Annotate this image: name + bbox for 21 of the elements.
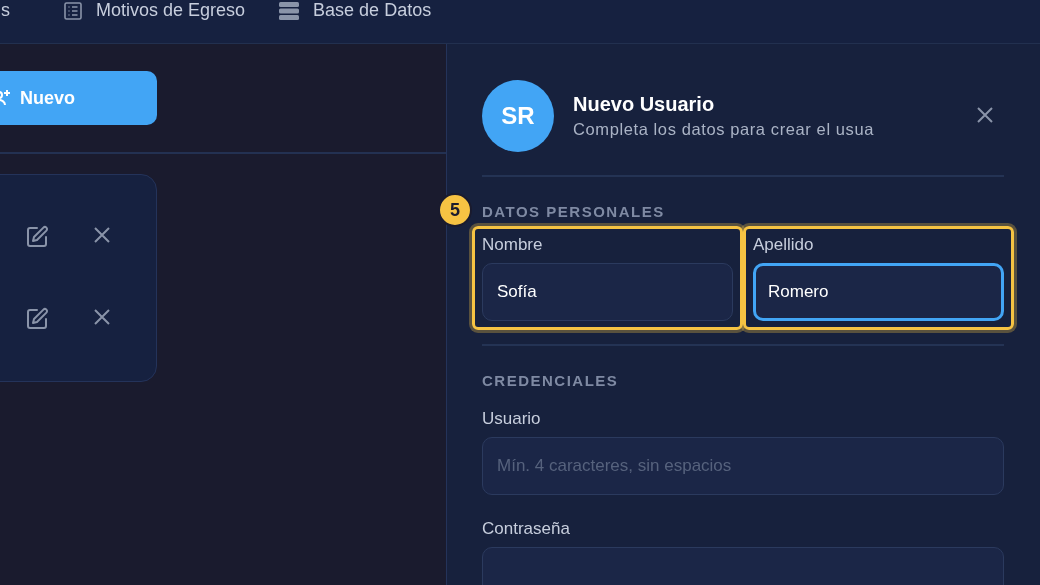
close-button[interactable]: [976, 106, 994, 124]
field-label: Contraseña: [482, 519, 571, 539]
input-field[interactable]: Mín. 4 caracteres, sin espacios: [482, 437, 1004, 495]
field-label: Nombre: [482, 235, 544, 255]
input-field[interactable]: Sofía: [482, 263, 733, 321]
nav-link[interactable]: Base de Datos: [279, 0, 432, 21]
form-title: Nuevo Usuario: [573, 93, 716, 116]
database-icon: [279, 1, 300, 20]
section-title: CREDENCIALES: [482, 372, 620, 389]
nav-link[interactable]: s: [1, 0, 10, 21]
input-field[interactable]: Romero: [753, 263, 1004, 321]
field-label: Apellido: [753, 235, 815, 255]
avatar: SR: [482, 80, 554, 152]
edit-button[interactable]: [25, 225, 49, 249]
field-label: Usuario: [482, 409, 542, 429]
nav-link[interactable]: Motivos de Egreso: [64, 0, 246, 21]
section-title: DATOS PERSONALES: [482, 203, 666, 220]
edit-button[interactable]: [25, 307, 49, 331]
step-badge: 5: [438, 193, 472, 227]
form-subtitle: Completa los datos para crear el usua: [573, 120, 875, 139]
list-icon: [64, 1, 82, 20]
